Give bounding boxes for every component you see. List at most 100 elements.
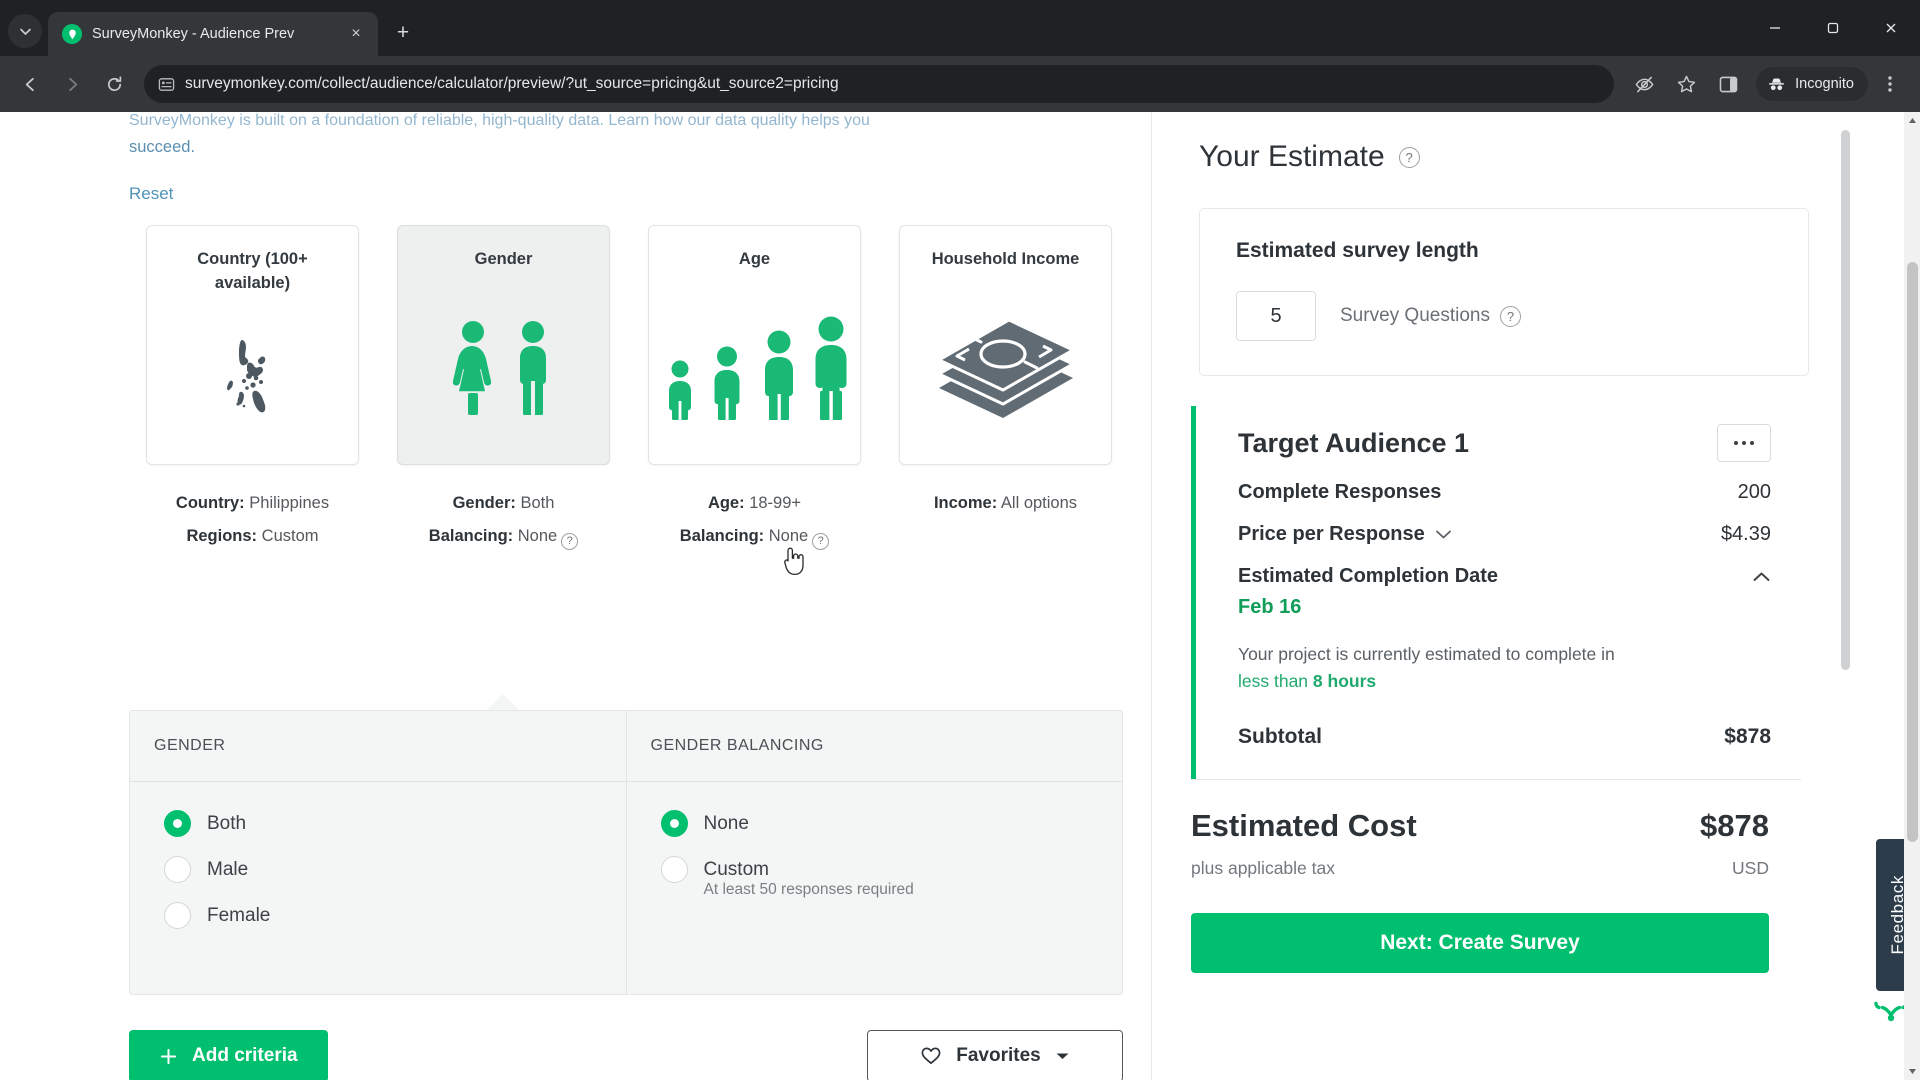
side-panel-icon[interactable] — [1708, 64, 1748, 104]
subtotal-value: $878 — [1724, 725, 1771, 749]
age-people-icon — [649, 272, 860, 464]
radio-icon[interactable] — [660, 856, 688, 883]
estimated-cost-block: Estimated Cost $878 plus applicable tax … — [1191, 808, 1769, 974]
add-criteria-label: Add criteria — [192, 1045, 298, 1066]
back-icon[interactable] — [10, 64, 50, 104]
completion-date-value: Feb 16 — [1238, 596, 1302, 618]
help-icon[interactable]: ? — [812, 532, 830, 550]
card-summary-age: Age: 18-99+ Balancing: None? — [648, 487, 861, 553]
survey-length-heading: Estimated survey length — [1236, 239, 1479, 262]
summary-label: Country: — [175, 494, 245, 512]
card-summary-country: Country: Philippines Regions: Custom — [146, 487, 359, 553]
subtotal-row: Subtotal $878 — [1238, 725, 1771, 749]
card-summary-income: Income: All options — [899, 487, 1112, 553]
balancing-option-custom[interactable]: Custom — [660, 856, 1099, 883]
reload-icon[interactable] — [94, 64, 134, 104]
eta-value-prefix: less than — [1238, 671, 1309, 692]
browser-window: SurveyMonkey - Audience Prev × + surveym… — [0, 0, 1920, 1080]
close-window-icon[interactable] — [1862, 0, 1920, 56]
radio-icon[interactable] — [164, 810, 191, 837]
tab-search-button[interactable] — [8, 14, 42, 48]
survey-length-card: Estimated survey length Survey Questions… — [1199, 208, 1809, 376]
criteria-actions: Add criteria Favorites — [129, 1030, 1123, 1080]
price-per-response-label-wrap: Price per Response — [1238, 523, 1452, 546]
chevron-down-icon[interactable] — [1435, 529, 1452, 540]
heart-icon — [920, 1046, 942, 1066]
criteria-cards: Country (100+ available) Gender Age Hous… — [146, 225, 1112, 465]
help-icon[interactable]: ? — [1499, 305, 1521, 327]
surveymonkey-icon — [62, 24, 82, 44]
browser-toolbar: surveymonkey.com/collect/audience/calcul… — [0, 56, 1920, 112]
window-controls — [1746, 0, 1920, 56]
price-per-response-value: $4.39 — [1720, 523, 1771, 545]
criteria-card-country[interactable]: Country (100+ available) — [146, 225, 359, 465]
three-dot-menu-icon[interactable] — [1870, 64, 1910, 104]
eta-prefix: Your project is currently estimated to c… — [1238, 644, 1615, 664]
address-bar[interactable]: surveymonkey.com/collect/audience/calcul… — [144, 65, 1615, 103]
gender-option-both[interactable]: Both — [164, 810, 602, 837]
summary-value: All options — [1000, 494, 1078, 512]
eye-off-icon[interactable] — [1624, 64, 1664, 104]
scroll-down-arrow[interactable] — [1904, 1063, 1920, 1080]
price-per-response-row[interactable]: Price per Response $4.39 — [1238, 523, 1771, 546]
gender-column-header: GENDER — [130, 711, 626, 782]
summary-value: None — [517, 527, 558, 545]
option-label: Both — [207, 812, 247, 834]
star-icon[interactable] — [1666, 64, 1706, 104]
survey-questions-label-wrap: Survey Questions ? — [1340, 305, 1521, 327]
close-icon[interactable]: × — [344, 22, 368, 46]
gender-option-female[interactable]: Female — [164, 902, 602, 929]
chevron-up-icon[interactable] — [1752, 571, 1771, 583]
scroll-up-arrow[interactable] — [1904, 112, 1920, 129]
audience-header: Target Audience 1 — [1238, 424, 1771, 462]
option-label: Custom — [703, 858, 769, 880]
help-icon[interactable]: ? — [561, 532, 579, 550]
page-scrollbar-thumb[interactable] — [1907, 262, 1918, 842]
browser-tab[interactable]: SurveyMonkey - Audience Prev × — [48, 12, 378, 56]
incognito-label: Incognito — [1795, 76, 1854, 92]
estimate-divider — [1191, 779, 1801, 781]
radio-icon[interactable] — [164, 856, 191, 883]
tab-title: SurveyMonkey - Audience Prev — [92, 26, 295, 42]
forward-icon[interactable] — [52, 64, 92, 104]
radio-icon[interactable] — [164, 902, 191, 929]
new-tab-button[interactable]: + — [386, 16, 420, 50]
url-text[interactable]: surveymonkey.com/collect/audience/calcul… — [185, 75, 1606, 93]
completion-date-row[interactable]: Estimated Completion Date — [1238, 565, 1771, 588]
survey-questions-input[interactable] — [1236, 291, 1316, 341]
minimize-icon[interactable] — [1746, 0, 1804, 56]
favorites-button[interactable]: Favorites — [867, 1030, 1123, 1080]
eta-value: less than 8 hours — [1238, 671, 1376, 691]
criteria-card-age[interactable]: Age — [648, 225, 861, 465]
complete-responses-value: 200 — [1737, 481, 1771, 503]
summary-value: Philippines — [249, 494, 330, 512]
audience-menu-button[interactable] — [1717, 424, 1771, 462]
option-label: Female — [207, 904, 271, 926]
next-create-survey-button[interactable]: Next: Create Survey — [1191, 913, 1769, 974]
eta-value-bold: 8 hours — [1312, 671, 1377, 692]
summary-label: Regions: — [186, 527, 258, 545]
criteria-card-summaries: Country: Philippines Regions: Custom Gen… — [146, 487, 1112, 553]
criteria-card-gender[interactable]: Gender — [397, 225, 610, 465]
incognito-indicator[interactable]: Incognito — [1756, 67, 1868, 101]
add-criteria-button[interactable]: Add criteria — [129, 1030, 328, 1080]
card-title: Gender — [474, 250, 533, 268]
intro-text-line1: SurveyMonkey is built on a foundation of… — [129, 112, 870, 129]
maximize-icon[interactable] — [1804, 0, 1862, 56]
gender-option-male[interactable]: Male — [164, 856, 602, 883]
radio-icon[interactable] — [660, 810, 688, 837]
audience-name: Target Audience 1 — [1238, 427, 1470, 458]
page-info-icon[interactable] — [158, 76, 175, 93]
complete-responses-row: Complete Responses 200 — [1238, 481, 1771, 504]
eta-description: Your project is currently estimated to c… — [1238, 641, 1758, 695]
estimate-column: Your Estimate ? Estimated survey length … — [1152, 112, 1852, 1080]
panel-pointer — [487, 694, 519, 710]
balancing-option-none[interactable]: None — [660, 810, 1099, 837]
estimate-panel-scrollbar[interactable] — [1841, 130, 1850, 670]
help-icon[interactable]: ? — [1398, 146, 1420, 168]
criteria-card-household-income[interactable]: Household Income — [899, 225, 1112, 465]
reset-link[interactable]: Reset — [129, 184, 173, 204]
estimate-header: Your Estimate ? — [1191, 112, 1852, 174]
gender-column: GENDER Both Male Female — [130, 711, 626, 994]
plus-icon — [159, 1047, 178, 1066]
